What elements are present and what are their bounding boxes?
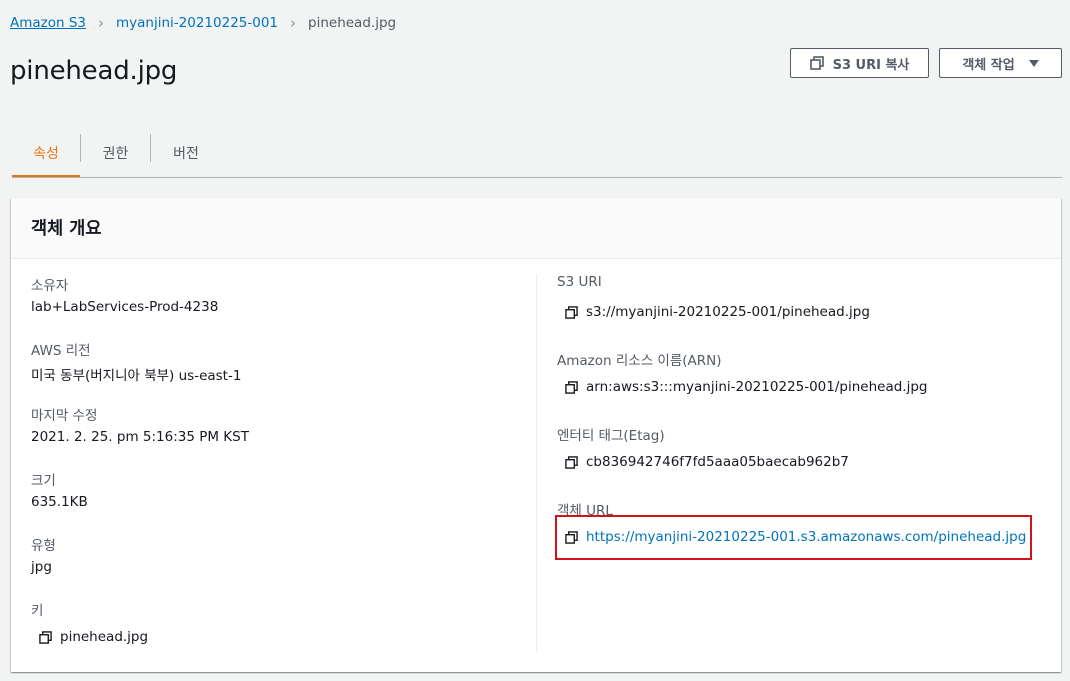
panel-header: 객체 개요 — [11, 198, 1061, 259]
etag-label: 엔터티 태그(Etag) — [557, 428, 665, 444]
tab-bar: 속성 권한 버전 — [12, 130, 1062, 178]
last-modified-value: 2021. 2. 25. pm 5:16:35 PM KST — [31, 429, 249, 445]
copy-icon[interactable] — [565, 380, 578, 394]
owner-label: 소유자 — [31, 278, 69, 294]
etag-field: cb836942746f7fd5aaa05baecab962b7 — [565, 454, 849, 470]
copy-icon — [809, 56, 824, 70]
breadcrumb-bucket[interactable]: myanjini-20210225-001 — [116, 15, 278, 31]
arn-label: Amazon 리소스 이름(ARN) — [557, 353, 722, 369]
arn-value: arn:aws:s3:::myanjini-20210225-001/pineh… — [586, 379, 928, 395]
page-title: pinehead.jpg — [10, 56, 178, 86]
key-value: pinehead.jpg — [60, 629, 149, 645]
highlight-box — [555, 515, 1032, 560]
copy-s3-uri-button[interactable]: S3 URI 복사 — [790, 48, 929, 78]
size-value: 635.1KB — [31, 494, 88, 510]
column-divider — [536, 274, 537, 652]
last-modified-label: 마지막 수정 — [31, 408, 98, 424]
copy-icon[interactable] — [565, 455, 578, 469]
copy-icon[interactable] — [39, 630, 52, 644]
etag-value: cb836942746f7fd5aaa05baecab962b7 — [586, 454, 849, 470]
chevron-right-icon: › — [290, 13, 297, 32]
type-label: 유형 — [31, 538, 56, 554]
breadcrumb-current-object: pinehead.jpg — [308, 15, 397, 31]
caret-down-icon — [1028, 59, 1039, 67]
object-overview-panel: 객체 개요 소유자 lab+LabServices-Prod-4238 AWS … — [11, 198, 1061, 672]
region-label: AWS 리전 — [31, 343, 91, 359]
tab-versions[interactable]: 버전 — [151, 130, 221, 176]
object-actions-button[interactable]: 객체 작업 — [939, 48, 1062, 78]
chevron-right-icon: › — [98, 13, 105, 32]
key-field: pinehead.jpg — [39, 629, 148, 645]
key-label: 키 — [31, 603, 44, 619]
arn-field: arn:aws:s3:::myanjini-20210225-001/pineh… — [565, 379, 927, 395]
s3-uri-field: s3://myanjini-20210225-001/pinehead.jpg — [565, 304, 870, 320]
panel-title: 객체 개요 — [31, 219, 102, 239]
copy-s3-uri-label: S3 URI 복사 — [832, 57, 910, 73]
region-value: 미국 동부(버지니아 북부) us-east-1 — [31, 368, 242, 384]
s3-uri-value: s3://myanjini-20210225-001/pinehead.jpg — [586, 304, 870, 320]
breadcrumb-amazon-s3[interactable]: Amazon S3 — [10, 15, 86, 31]
copy-icon[interactable] — [565, 305, 578, 319]
type-value: jpg — [31, 559, 52, 575]
size-label: 크기 — [31, 473, 56, 489]
tab-permissions[interactable]: 권한 — [81, 130, 150, 176]
object-actions-label: 객체 작업 — [962, 57, 1015, 73]
breadcrumb: Amazon S3 › myanjini-20210225-001 › pine… — [10, 14, 396, 32]
s3-uri-label: S3 URI — [557, 274, 602, 290]
owner-value: lab+LabServices-Prod-4238 — [31, 299, 219, 315]
tab-properties[interactable]: 속성 — [12, 130, 80, 177]
